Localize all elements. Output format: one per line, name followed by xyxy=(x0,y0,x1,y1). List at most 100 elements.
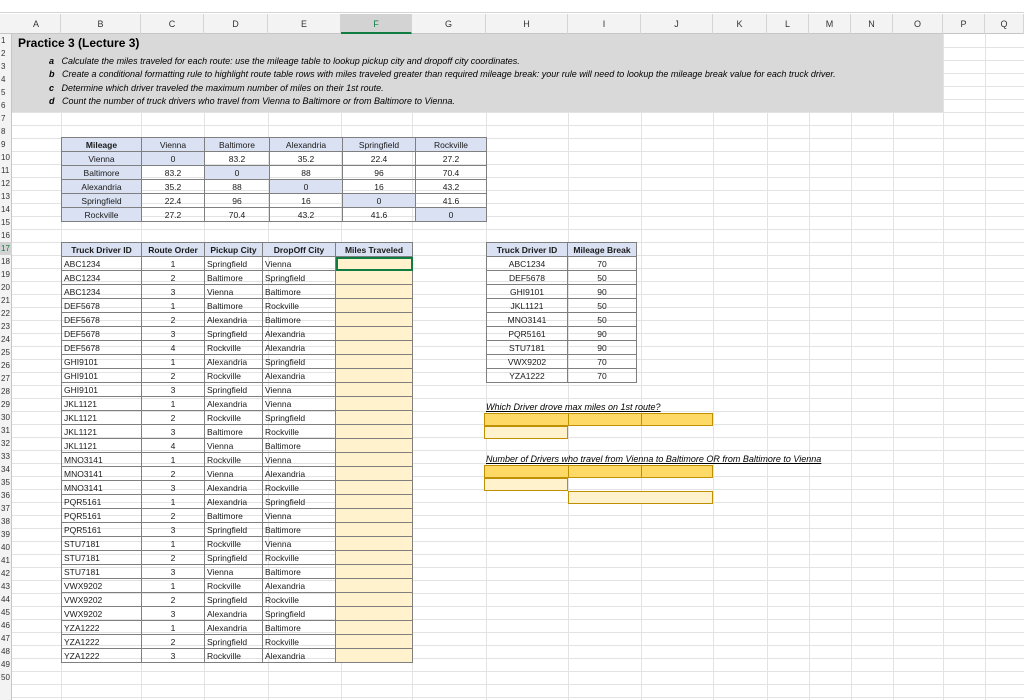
pickup-city-cell[interactable]: Alexandria xyxy=(204,620,263,635)
row-header-26[interactable]: 26 xyxy=(0,359,12,372)
driver-id-cell[interactable]: STU7181 xyxy=(61,564,142,579)
miles-traveled-cell[interactable] xyxy=(335,326,413,341)
mileage-column-header[interactable]: Baltimore xyxy=(204,137,270,152)
column-header-g[interactable]: G xyxy=(412,14,486,34)
driver-id-cell[interactable]: JKL1121 xyxy=(61,424,142,439)
break-column-header[interactable]: Mileage Break xyxy=(567,242,637,257)
break-driver-id-cell[interactable]: GHI9101 xyxy=(486,284,568,299)
miles-traveled-cell[interactable] xyxy=(335,578,413,593)
row-header-17[interactable]: 17 xyxy=(0,242,12,255)
pickup-city-cell[interactable]: Springfield xyxy=(204,550,263,565)
route-order-cell[interactable]: 4 xyxy=(141,438,205,453)
row-header-16[interactable]: 16 xyxy=(0,229,12,242)
mileage-cell[interactable]: 96 xyxy=(204,193,270,208)
dropoff-city-cell[interactable]: Baltimore xyxy=(262,620,336,635)
miles-traveled-cell[interactable] xyxy=(335,592,413,607)
pickup-city-cell[interactable]: Alexandria xyxy=(204,396,263,411)
route-order-cell[interactable]: 2 xyxy=(141,368,205,383)
row-header-36[interactable]: 36 xyxy=(0,489,12,502)
miles-traveled-cell[interactable] xyxy=(335,620,413,635)
mileage-cell[interactable]: 70.4 xyxy=(204,207,270,222)
pickup-city-cell[interactable]: Baltimore xyxy=(204,298,263,313)
mileage-cell[interactable]: 43.2 xyxy=(269,207,343,222)
mileage-break-cell[interactable]: 90 xyxy=(567,284,637,299)
row-header-32[interactable]: 32 xyxy=(0,437,12,450)
dropoff-city-cell[interactable]: Baltimore xyxy=(262,522,336,537)
column-header-j[interactable]: J xyxy=(641,14,713,34)
row-header-33[interactable]: 33 xyxy=(0,450,12,463)
dropoff-city-cell[interactable]: Alexandria xyxy=(262,326,336,341)
driver-id-cell[interactable]: GHI9101 xyxy=(61,368,142,383)
row-header-47[interactable]: 47 xyxy=(0,632,12,645)
row-header-3[interactable]: 3 xyxy=(0,60,12,73)
miles-traveled-cell[interactable] xyxy=(335,634,413,649)
column-header-p[interactable]: P xyxy=(943,14,985,34)
max-miles-answer-cell[interactable] xyxy=(484,426,568,439)
route-order-cell[interactable]: 3 xyxy=(141,284,205,299)
row-header-24[interactable]: 24 xyxy=(0,333,12,346)
break-driver-id-cell[interactable]: DEF5678 xyxy=(486,270,568,285)
dropoff-city-cell[interactable]: Rockville xyxy=(262,634,336,649)
column-header-n[interactable]: N xyxy=(851,14,893,34)
miles-traveled-cell[interactable] xyxy=(335,494,413,509)
pickup-city-cell[interactable]: Alexandria xyxy=(204,480,263,495)
dropoff-city-cell[interactable]: Alexandria xyxy=(262,578,336,593)
pickup-city-cell[interactable]: Rockville xyxy=(204,536,263,551)
row-header-5[interactable]: 5 xyxy=(0,86,12,99)
mileage-cell[interactable]: 70.4 xyxy=(415,165,487,180)
mileage-cell[interactable]: 35.2 xyxy=(141,179,205,194)
miles-traveled-cell[interactable] xyxy=(335,550,413,565)
mileage-cell[interactable]: 27.2 xyxy=(415,151,487,166)
dropoff-city-cell[interactable]: Springfield xyxy=(262,270,336,285)
route-column-header[interactable]: Truck Driver ID xyxy=(61,242,142,257)
dropoff-city-cell[interactable]: Vienna xyxy=(262,508,336,523)
miles-traveled-cell[interactable] xyxy=(335,438,413,453)
row-header-7[interactable]: 7 xyxy=(0,112,12,125)
dropoff-city-cell[interactable]: Rockville xyxy=(262,424,336,439)
driver-id-cell[interactable]: STU7181 xyxy=(61,536,142,551)
driver-id-cell[interactable]: ABC1234 xyxy=(61,284,142,299)
driver-id-cell[interactable]: MNO3141 xyxy=(61,466,142,481)
pickup-city-cell[interactable]: Alexandria xyxy=(204,312,263,327)
pickup-city-cell[interactable]: Rockville xyxy=(204,452,263,467)
row-header-41[interactable]: 41 xyxy=(0,554,12,567)
dropoff-city-cell[interactable]: Springfield xyxy=(262,606,336,621)
dropoff-city-cell[interactable]: Baltimore xyxy=(262,438,336,453)
mileage-cell[interactable]: 0 xyxy=(342,193,416,208)
driver-id-cell[interactable]: ABC1234 xyxy=(61,256,142,271)
miles-traveled-cell[interactable] xyxy=(335,508,413,523)
row-header-40[interactable]: 40 xyxy=(0,541,12,554)
dropoff-city-cell[interactable]: Vienna xyxy=(262,536,336,551)
driver-id-cell[interactable]: DEF5678 xyxy=(61,326,142,341)
column-header-o[interactable]: O xyxy=(893,14,943,34)
row-header-9[interactable]: 9 xyxy=(0,138,12,151)
mileage-cell[interactable]: 83.2 xyxy=(141,165,205,180)
row-header-2[interactable]: 2 xyxy=(0,47,12,60)
row-header-43[interactable]: 43 xyxy=(0,580,12,593)
pickup-city-cell[interactable]: Springfield xyxy=(204,382,263,397)
driver-id-cell[interactable]: STU7181 xyxy=(61,550,142,565)
mileage-cell[interactable]: 0 xyxy=(204,165,270,180)
row-header-48[interactable]: 48 xyxy=(0,645,12,658)
miles-traveled-cell[interactable] xyxy=(335,452,413,467)
mileage-cell[interactable]: 0 xyxy=(415,207,487,222)
mileage-row-header[interactable]: Rockville xyxy=(61,207,142,222)
mileage-column-header[interactable]: Vienna xyxy=(141,137,205,152)
row-header-31[interactable]: 31 xyxy=(0,424,12,437)
pickup-city-cell[interactable]: Rockville xyxy=(204,368,263,383)
route-order-cell[interactable]: 3 xyxy=(141,648,205,663)
mileage-column-header[interactable]: Rockville xyxy=(415,137,487,152)
mileage-row-header[interactable]: Vienna xyxy=(61,151,142,166)
column-header-d[interactable]: D xyxy=(204,14,268,34)
mileage-cell[interactable]: 16 xyxy=(342,179,416,194)
driver-id-cell[interactable]: ABC1234 xyxy=(61,270,142,285)
miles-traveled-cell[interactable] xyxy=(335,382,413,397)
mileage-break-cell[interactable]: 90 xyxy=(567,326,637,341)
mileage-break-cell[interactable]: 50 xyxy=(567,298,637,313)
route-column-header[interactable]: Pickup City xyxy=(204,242,263,257)
row-header-14[interactable]: 14 xyxy=(0,203,12,216)
miles-traveled-cell[interactable] xyxy=(335,312,413,327)
column-header-e[interactable]: E xyxy=(268,14,341,34)
mileage-column-header[interactable]: Alexandria xyxy=(269,137,343,152)
miles-traveled-cell[interactable] xyxy=(335,564,413,579)
